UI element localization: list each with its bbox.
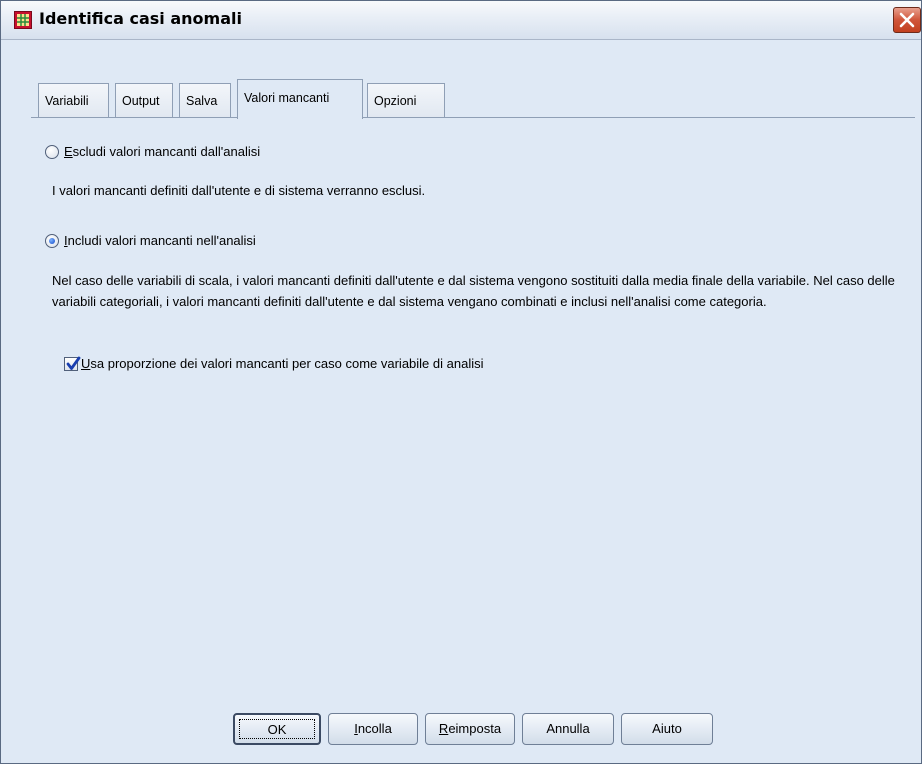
exclude-missing-description: I valori mancanti definiti dall'utente e… (52, 183, 426, 198)
exclude-missing-radio[interactable] (45, 145, 59, 159)
include-missing-label[interactable]: Includi valori mancanti nell'analisi (64, 231, 256, 251)
cancel-button[interactable]: Annulla (522, 713, 614, 745)
checkmark-icon (66, 356, 81, 370)
tab-label: Variabili (45, 94, 89, 108)
title-bar[interactable]: Identifica casi anomali (1, 1, 921, 40)
dialog-window: Identifica casi anomali Variabili Output… (0, 0, 922, 764)
help-button[interactable]: Aiuto (621, 713, 713, 745)
use-proportion-label[interactable]: Usa proporzione dei valori mancanti per … (81, 354, 483, 374)
include-missing-radio[interactable] (45, 234, 59, 248)
tab-opzioni[interactable]: Opzioni (367, 83, 445, 117)
paste-button[interactable]: Incolla (328, 713, 418, 745)
tab-label: Valori mancanti (244, 91, 330, 105)
tab-output[interactable]: Output (115, 83, 173, 117)
ok-button[interactable]: OK (233, 713, 321, 745)
close-button[interactable] (893, 7, 921, 33)
tab-label: Opzioni (374, 94, 417, 108)
button-row: OK Incolla Reimposta Annulla Aiuto (1, 713, 922, 747)
exclude-missing-label[interactable]: Escludi valori mancanti dall'analisi (64, 142, 260, 162)
grid-table-icon (14, 11, 32, 29)
close-icon (899, 12, 915, 28)
tab-panel-divider (31, 117, 915, 118)
use-proportion-checkbox[interactable] (64, 356, 81, 371)
tab-label: Salva (186, 94, 218, 108)
reset-button[interactable]: Reimposta (425, 713, 515, 745)
tab-label: Output (122, 94, 160, 108)
window-title: Identifica casi anomali (39, 9, 242, 28)
tab-variabili[interactable]: Variabili (38, 83, 109, 117)
include-missing-description: Nel caso delle variabili di scala, i val… (52, 273, 895, 309)
tab-salva[interactable]: Salva (179, 83, 231, 117)
tab-valori-mancanti[interactable]: Valori mancanti (237, 79, 363, 119)
